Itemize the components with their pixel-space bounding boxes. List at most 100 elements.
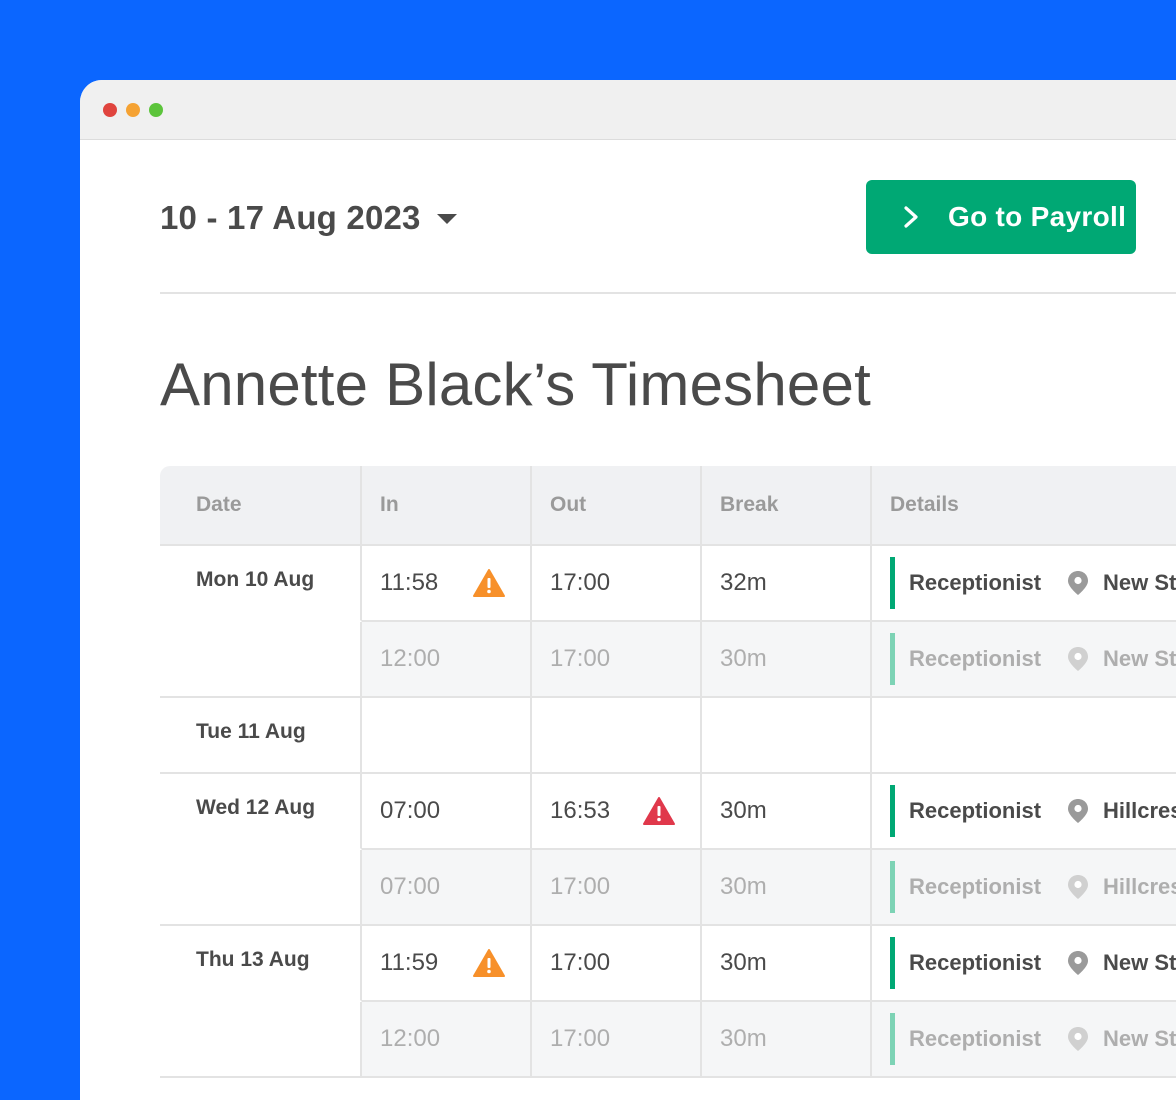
caret-down-icon — [436, 214, 457, 224]
out-cell — [532, 698, 702, 774]
column-header-out: Out — [550, 493, 587, 516]
go-to-payroll-label: Go to Payroll — [948, 201, 1127, 232]
in-time: 12:00 — [380, 1025, 441, 1052]
out-cell: 17:00 — [532, 926, 702, 1002]
table-row[interactable]: Tue 11 Aug — [160, 698, 1176, 774]
close-window-button[interactable] — [103, 103, 117, 117]
in-cell: 07:00 — [362, 774, 532, 850]
maximize-window-button[interactable] — [149, 103, 163, 117]
table-row-scheduled[interactable]: 07:00 17:00 30m Receptionist Hillcrest — [160, 850, 1176, 926]
shift-details[interactable]: Receptionist New Str — [872, 546, 1176, 620]
day-label: Mon 10 Aug — [196, 568, 315, 591]
shift-details[interactable]: Receptionist New Str — [872, 926, 1176, 1000]
warning-triangle-icon[interactable] — [642, 796, 676, 826]
app-window: 10 - 17 Aug 2023 Go to Payroll Annette B… — [80, 80, 1176, 1100]
in-cell: 11:59 — [362, 926, 532, 1002]
break-cell: 30m — [702, 774, 872, 850]
shift-details[interactable]: Receptionist New Str — [872, 1002, 1176, 1076]
date-range-selector[interactable]: 10 - 17 Aug 2023 — [160, 196, 457, 240]
table-header-row: Date In Out Break Details — [160, 466, 1176, 546]
warning-triangle-icon[interactable] — [472, 948, 506, 978]
date-cell: Mon 10 Aug — [160, 546, 362, 622]
location-label: New Str — [1103, 950, 1176, 975]
role-label: Receptionist — [909, 798, 1042, 823]
date-range-label: 10 - 17 Aug 2023 — [160, 199, 421, 236]
out-cell: 17:00 — [532, 1002, 702, 1078]
details-cell: Receptionist New Str — [872, 546, 1176, 622]
role-label: Receptionist — [909, 570, 1042, 595]
break-cell — [702, 698, 872, 774]
chevron-right-icon — [904, 206, 918, 228]
column-header-details: Details — [890, 493, 959, 516]
in-time: 11:58 — [380, 569, 439, 596]
out-time: 17:00 — [550, 949, 611, 976]
details-cell: Receptionist New Str — [872, 1002, 1176, 1078]
column-header-break: Break — [720, 493, 779, 516]
out-time: 16:53 — [550, 797, 611, 824]
role-color-bar — [890, 1013, 895, 1065]
date-cell: Tue 11 Aug — [160, 698, 362, 774]
day-label: Wed 12 Aug — [196, 796, 316, 819]
break-time: 30m — [720, 1025, 767, 1052]
break-cell: 30m — [702, 850, 872, 926]
in-cell — [362, 698, 532, 774]
in-time: 12:00 — [380, 645, 441, 672]
table-row-scheduled[interactable]: 12:00 17:00 30m Receptionist New Str — [160, 622, 1176, 698]
minimize-window-button[interactable] — [126, 103, 140, 117]
in-cell: 07:00 — [362, 850, 532, 926]
role-label: Receptionist — [909, 646, 1042, 671]
in-time: 07:00 — [380, 873, 441, 900]
break-time: 30m — [720, 873, 767, 900]
shift-details[interactable]: Receptionist Hillcrest — [872, 850, 1176, 924]
window-titlebar — [80, 80, 1176, 140]
location-label: New Str — [1103, 646, 1176, 671]
out-cell: 17:00 — [532, 622, 702, 698]
date-cell: Wed 12 Aug — [160, 774, 362, 850]
date-cell — [160, 622, 362, 698]
role-color-bar — [890, 557, 895, 609]
location-label: New Str — [1103, 570, 1176, 595]
break-cell: 30m — [702, 926, 872, 1002]
map-pin-icon — [1068, 647, 1089, 671]
column-header-in: In — [380, 493, 399, 516]
break-cell: 30m — [702, 1002, 872, 1078]
role-color-bar — [890, 937, 895, 989]
warning-triangle-icon[interactable] — [472, 568, 506, 598]
out-cell: 17:00 — [532, 546, 702, 622]
location-label: Hillcrest — [1103, 874, 1176, 899]
table-row[interactable]: Wed 12 Aug 07:00 16:53 30m Receptionist Hillc… — [160, 774, 1176, 850]
in-cell: 12:00 — [362, 622, 532, 698]
role-color-bar — [890, 633, 895, 685]
shift-details[interactable]: Receptionist New Str — [872, 622, 1176, 696]
map-pin-icon — [1068, 799, 1089, 823]
in-cell: 12:00 — [362, 1002, 532, 1078]
table-row-scheduled[interactable]: 12:00 17:00 30m Receptionist New Str — [160, 1002, 1176, 1078]
break-time: 30m — [720, 797, 767, 824]
map-pin-icon — [1068, 875, 1089, 899]
location-label: Hillcrest — [1103, 798, 1176, 823]
shift-details[interactable]: Receptionist Hillcrest — [872, 774, 1176, 848]
out-time: 17:00 — [550, 873, 611, 900]
timesheet-table: Date In Out Break Details Mon 10 Aug 11:5… — [160, 466, 1176, 1078]
table-row[interactable]: Mon 10 Aug 11:58 17:00 32m Receptionist New S… — [160, 546, 1176, 622]
out-time: 17:00 — [550, 645, 611, 672]
details-cell: Receptionist New Str — [872, 926, 1176, 1002]
map-pin-icon — [1068, 571, 1089, 595]
out-time: 17:00 — [550, 569, 611, 596]
role-label: Receptionist — [909, 1026, 1042, 1051]
role-label: Receptionist — [909, 874, 1042, 899]
role-color-bar — [890, 785, 895, 837]
table-row[interactable]: Thu 13 Aug 11:59 17:00 30m Receptionist New S… — [160, 926, 1176, 1002]
date-cell — [160, 1002, 362, 1078]
date-cell: Thu 13 Aug — [160, 926, 362, 1002]
table-body: Mon 10 Aug 11:58 17:00 32m Receptionist New S… — [160, 546, 1176, 1078]
go-to-payroll-button[interactable]: Go to Payroll — [866, 180, 1136, 254]
role-color-bar — [890, 861, 895, 913]
map-pin-icon — [1068, 951, 1089, 975]
column-header-date: Date — [196, 493, 242, 516]
date-cell — [160, 850, 362, 926]
in-time: 07:00 — [380, 797, 441, 824]
break-cell: 32m — [702, 546, 872, 622]
location-label: New Str — [1103, 1026, 1176, 1051]
break-time: 30m — [720, 645, 767, 672]
